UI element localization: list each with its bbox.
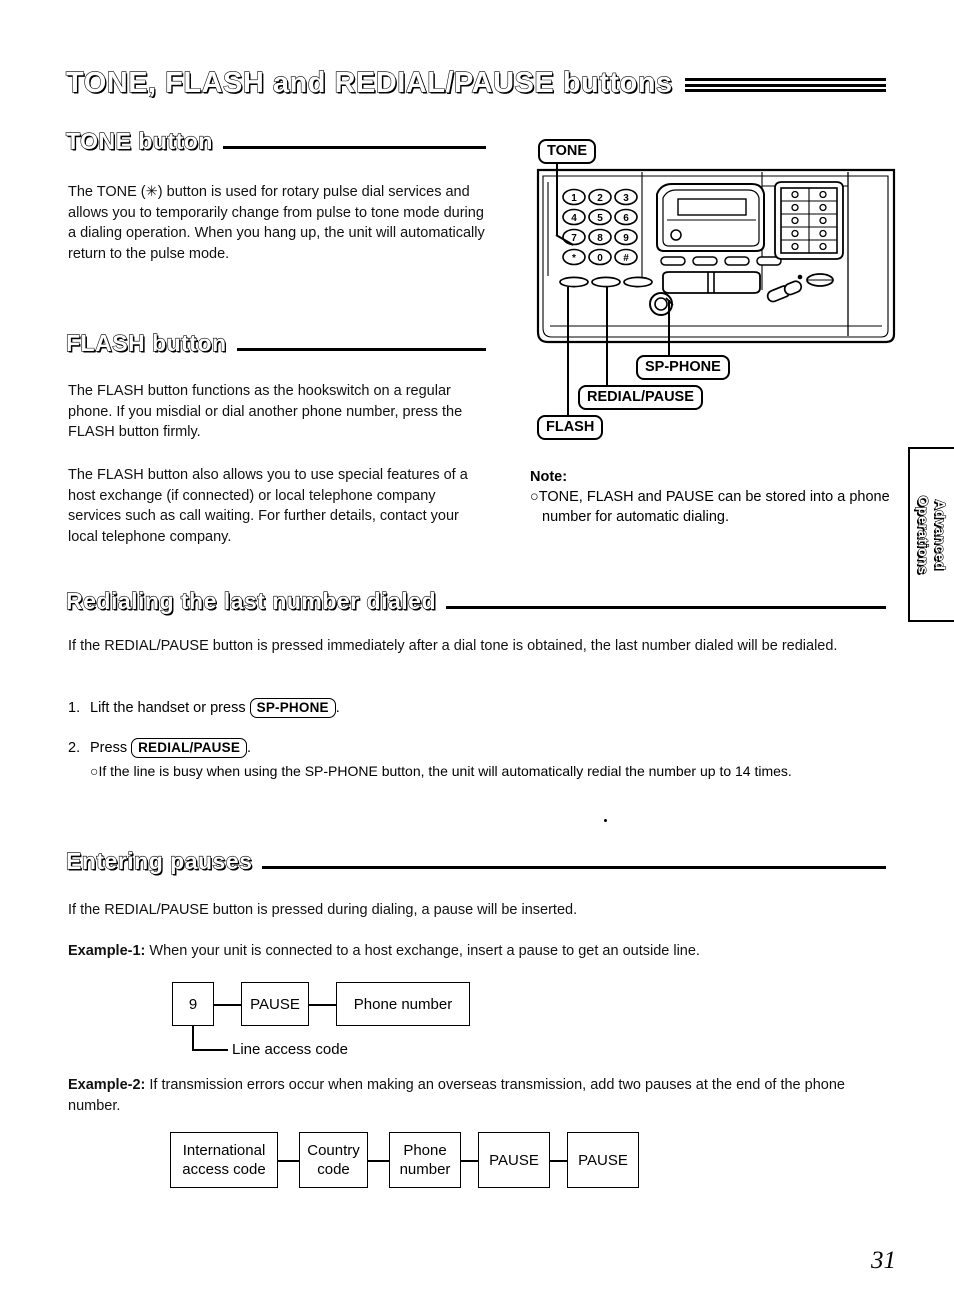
example-1-line: Example-1: When your unit is connected t…	[68, 941, 878, 962]
leader-line-tone	[556, 161, 558, 235]
connector-2d	[550, 1160, 568, 1162]
page-title: TONE, FLASH and REDIAL/PAUSE buttons	[65, 66, 673, 99]
page-number: 31	[871, 1247, 896, 1274]
svg-text:*: *	[572, 253, 576, 264]
svg-text:1: 1	[571, 193, 577, 204]
redialing-step-2: 2. Press REDIAL/PAUSE.	[68, 738, 668, 759]
pauses-intro: If the REDIAL/PAUSE button is pressed du…	[68, 902, 578, 918]
svg-text:6: 6	[623, 213, 629, 224]
title-rule-decoration	[684, 78, 886, 92]
flow-box-phone-number-2: Phone number	[389, 1132, 461, 1188]
leader-line-access-code-h	[192, 1049, 228, 1051]
keycap-sp-phone[interactable]: SP-PHONE	[249, 698, 336, 718]
connector-1a	[214, 1004, 242, 1006]
example-2-text: If transmission errors occur when making…	[68, 1077, 845, 1114]
svg-text:4: 4	[571, 213, 577, 224]
callout-tone: TONE	[538, 139, 597, 164]
section-heading-redialing: Redialing the last number dialed	[65, 587, 886, 615]
note-block: Note: ○TONE, FLASH and PAUSE can be stor…	[530, 468, 890, 527]
note-item: ○TONE, FLASH and PAUSE can be stored int…	[530, 489, 890, 525]
connector-2a	[278, 1160, 300, 1162]
svg-text:2: 2	[597, 193, 603, 204]
connector-2b	[368, 1160, 390, 1162]
step-2-period: .	[247, 740, 252, 756]
svg-text:5: 5	[597, 213, 603, 224]
device-illustration: 123 456 789 * 0 #	[530, 158, 904, 353]
step-2-text: Press	[90, 740, 128, 756]
svg-text:8: 8	[597, 233, 603, 244]
section-heading-tone: TONE button	[65, 127, 486, 155]
redialing-intro: If the REDIAL/PAUSE button is pressed im…	[68, 638, 838, 654]
flow-box-international-access-code: International access code	[170, 1132, 278, 1188]
fax-control-panel-drawing: 123 456 789 * 0 #	[536, 168, 896, 344]
svg-text:3: 3	[623, 193, 629, 204]
flash-paragraph-1: The FLASH button functions as the hooksw…	[68, 383, 463, 440]
side-tab-line-1: Advanced	[931, 498, 948, 570]
example-2-line: Example-2: If transmission errors occur …	[68, 1075, 880, 1116]
svg-text:9: 9	[623, 233, 629, 244]
redialing-step-1: 1. Lift the handset or press SP-PHONE.	[68, 698, 668, 719]
scan-speck	[604, 819, 607, 822]
svg-text:#: #	[623, 253, 629, 264]
flow-box-country-code: Country code	[299, 1132, 368, 1188]
connector-1b	[309, 1004, 337, 1006]
flow-box-phone-number-1: Phone number	[336, 982, 470, 1026]
connector-2c	[461, 1160, 479, 1162]
leader-line-redial-pause	[606, 287, 608, 386]
example-1-label: Example-1:	[68, 943, 146, 959]
step-1-text: Lift the handset or press	[90, 700, 246, 716]
example-2-label: Example-2:	[68, 1077, 146, 1093]
label-line-access-code: Line access code	[232, 1041, 348, 1058]
tone-body-text: The TONE (✳) button is used for rotary p…	[68, 184, 485, 262]
section-heading-entering-pauses: Entering pauses	[65, 847, 886, 875]
flow-box-pause-1: PAUSE	[241, 982, 309, 1026]
note-title: Note:	[530, 469, 568, 485]
svg-text:0: 0	[597, 253, 603, 264]
keycap-redial-pause[interactable]: REDIAL/PAUSE	[131, 738, 248, 758]
step-2-number: 2.	[68, 740, 81, 756]
flow-box-line-access-code: 9	[172, 982, 214, 1026]
document-page: TONE, FLASH and REDIAL/PAUSE buttons TON…	[0, 0, 954, 1303]
flow-box-pause-2a: PAUSE	[478, 1132, 550, 1188]
flow-box-pause-2b: PAUSE	[567, 1132, 639, 1188]
section-heading-flash: FLASH button	[65, 329, 486, 357]
side-index-tab-text: Advanced Operations	[908, 447, 954, 622]
leader-line-access-code-v	[192, 1026, 194, 1050]
leader-line-flash	[567, 287, 569, 416]
callout-flash: FLASH	[537, 415, 604, 440]
side-tab-line-2: Operations	[914, 494, 931, 574]
step-1-number: 1.	[68, 700, 81, 716]
flash-paragraph-2: The FLASH button also allows you to use …	[68, 467, 468, 545]
callout-redial-pause: REDIAL/PAUSE	[578, 385, 703, 410]
callout-sp-phone: SP-PHONE	[636, 355, 730, 380]
main-title-row: TONE, FLASH and REDIAL/PAUSE buttons	[65, 62, 886, 104]
example-1-text: When your unit is connected to a host ex…	[149, 943, 700, 959]
step-1-period: .	[335, 700, 340, 716]
redialing-step-2-bullet: ○If the line is busy when using the SP-P…	[90, 763, 792, 779]
leader-line-sp-phone	[668, 300, 670, 356]
